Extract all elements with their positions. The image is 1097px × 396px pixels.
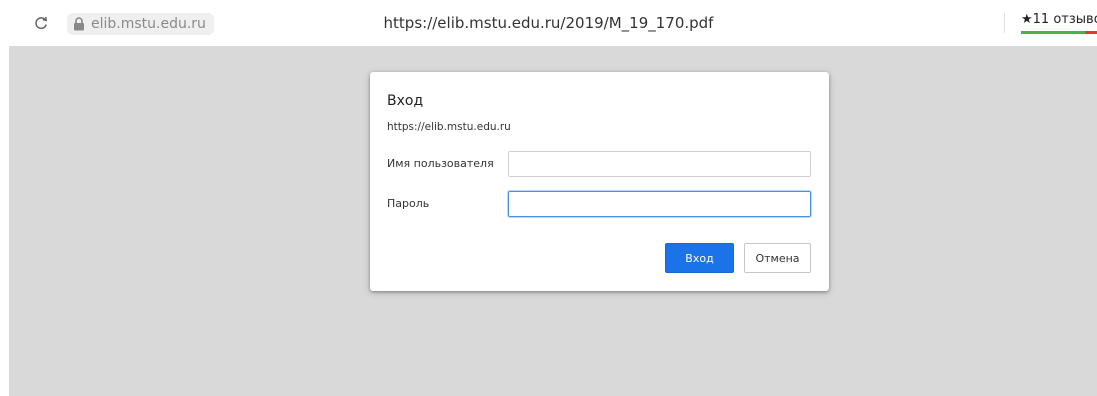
reviews-negative-segment — [1085, 31, 1097, 34]
reviews-positive-segment — [1021, 31, 1085, 34]
login-button[interactable]: Вход — [665, 243, 734, 273]
auth-dialog: Вход https://elib.mstu.edu.ru Имя пользо… — [370, 72, 829, 291]
password-label: Пароль — [387, 197, 430, 210]
reviews-badge[interactable]: ★11 отзывов — [1021, 12, 1097, 27]
cancel-button[interactable]: Отмена — [744, 243, 811, 273]
toolbar-divider — [1004, 13, 1005, 33]
password-input[interactable] — [508, 191, 811, 217]
dialog-origin: https://elib.mstu.edu.ru — [387, 121, 511, 133]
username-input[interactable] — [508, 151, 811, 177]
page-url[interactable]: https://elib.mstu.edu.ru/2019/M_19_170.p… — [0, 14, 1097, 32]
reviews-rating-bar — [1021, 31, 1097, 34]
browser-toolbar: elib.mstu.edu.ru https://elib.mstu.edu.r… — [0, 0, 1097, 46]
username-label: Имя пользователя — [387, 157, 494, 170]
dialog-title: Вход — [387, 93, 424, 109]
